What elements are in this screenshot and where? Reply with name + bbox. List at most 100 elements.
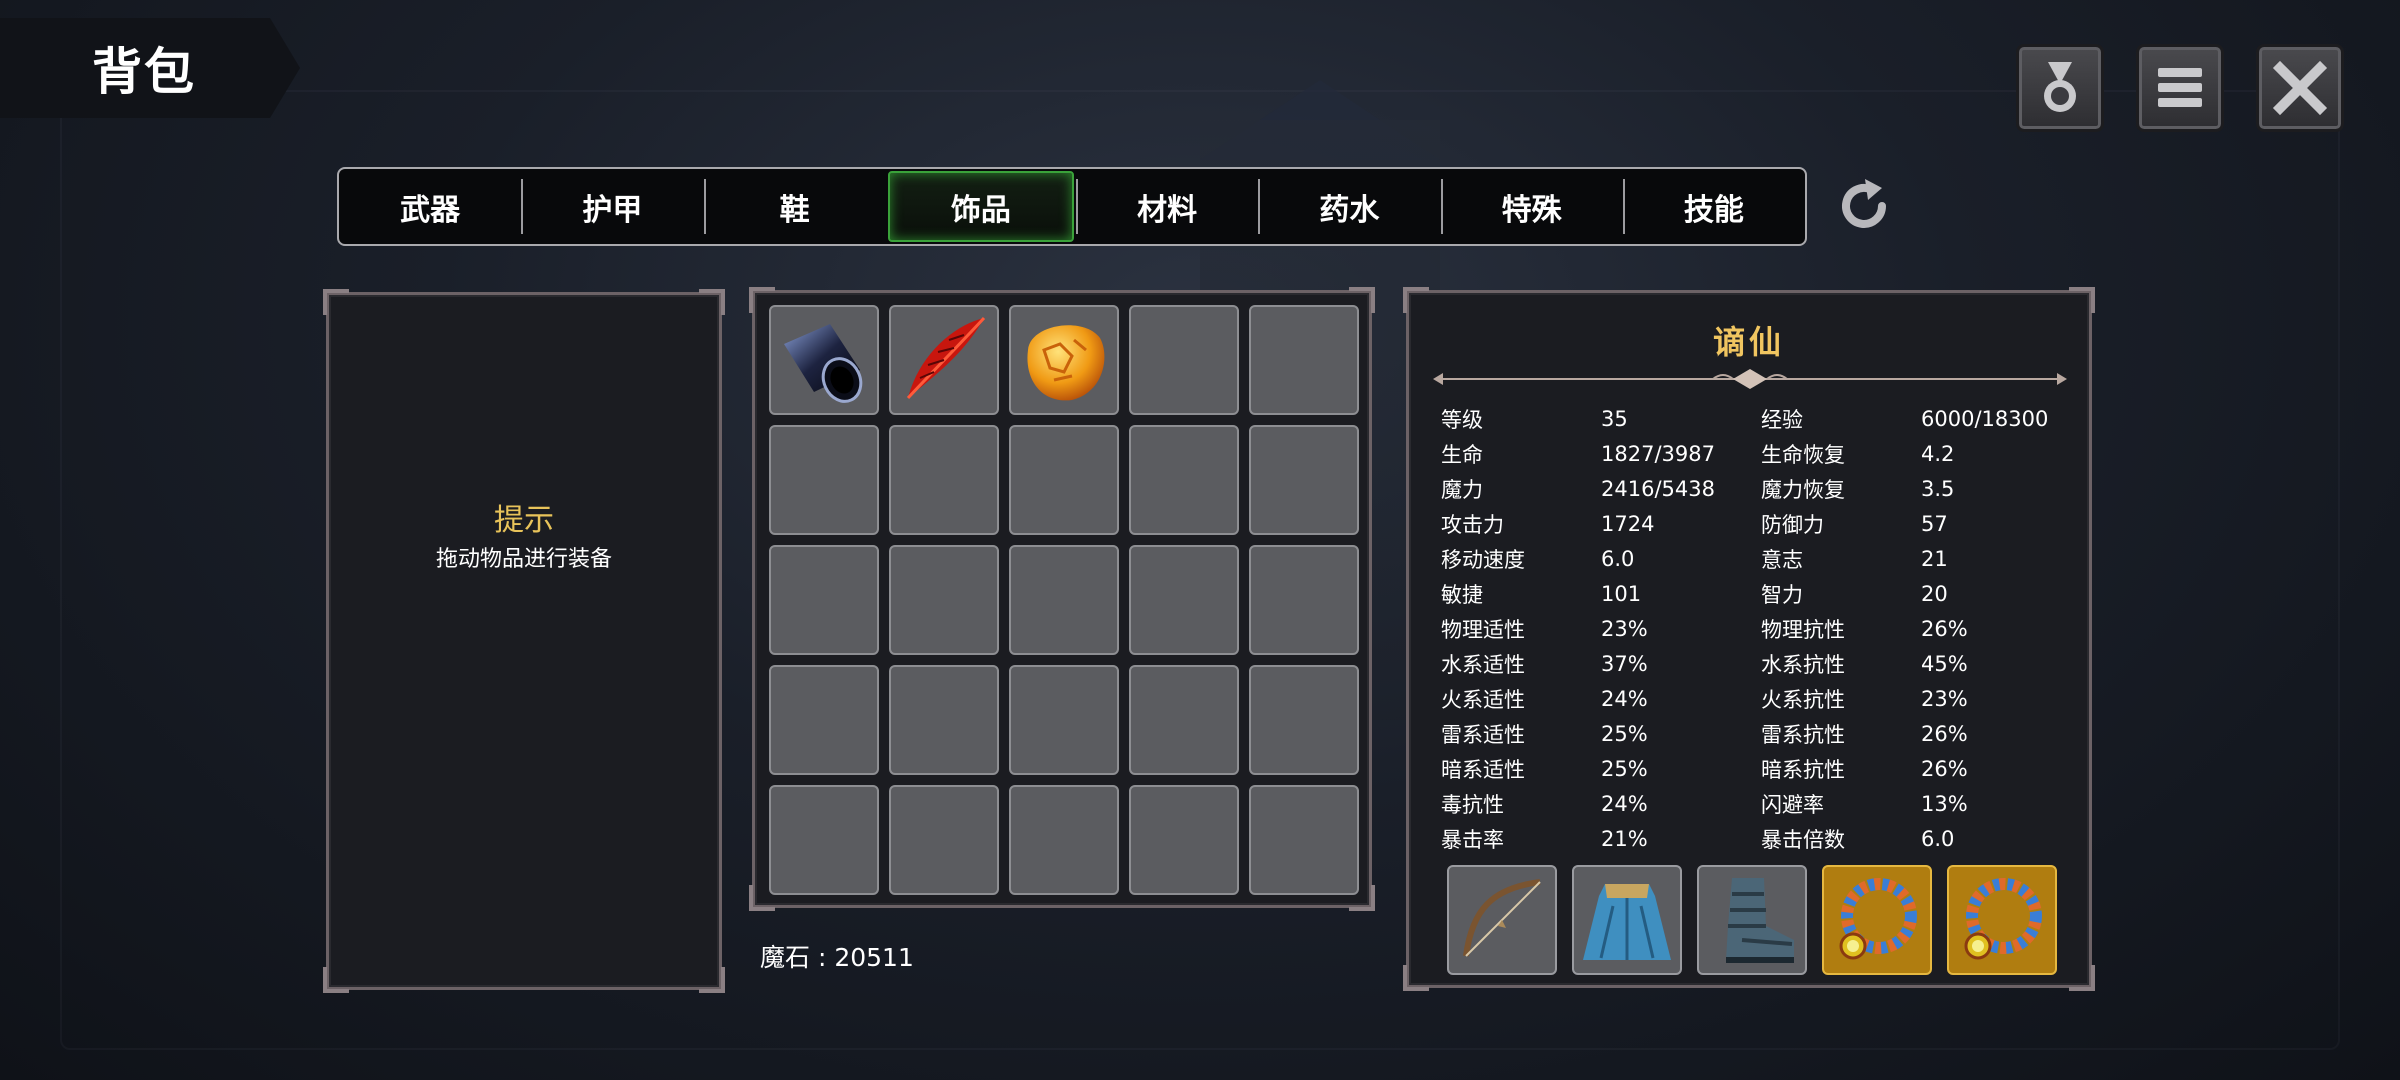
tab-special[interactable]: 特殊 [1440, 169, 1623, 244]
medal-button[interactable] [2016, 44, 2104, 132]
medal-icon [2044, 62, 2076, 112]
stat-value: 26% [1921, 616, 1968, 641]
inventory-grid [769, 305, 1359, 895]
inventory-slot[interactable] [1009, 545, 1119, 655]
tab-skills[interactable]: 技能 [1622, 169, 1805, 244]
inventory-slot[interactable] [1129, 665, 1239, 775]
amber-stone-icon [1027, 325, 1105, 401]
stat-value: 6.0 [1601, 546, 1635, 571]
tab-label: 材料 [1137, 192, 1198, 228]
inventory-slot[interactable] [889, 545, 999, 655]
necklace-icon [1839, 878, 1917, 960]
stat-row: 生命 1827/3987 生命恢复 4.2 [1441, 436, 2061, 471]
equip-slot-necklace-2[interactable] [1947, 865, 2057, 975]
stat-value: 1724 [1601, 511, 1655, 536]
stat-value: 2416/5438 [1601, 476, 1715, 501]
tab-materials[interactable]: 材料 [1076, 169, 1258, 244]
inventory-slot[interactable] [1249, 665, 1359, 775]
inventory-slot[interactable] [1249, 785, 1359, 895]
stat-row: 物理适性 23% 物理抗性 26% [1441, 611, 2061, 646]
tab-label: 技能 [1683, 192, 1744, 228]
tab-shoes[interactable]: 鞋 [703, 169, 886, 244]
tab-label: 饰品 [950, 192, 1011, 228]
character-stats-panel: 谪仙 等级 35 经验 6000/18300 生命 1827/3987 生命恢复 4.2 魔… [1403, 287, 2095, 991]
inventory-slot[interactable] [1249, 305, 1359, 415]
stat-value: 24% [1601, 791, 1648, 816]
stat-label: 魔力 [1441, 477, 1483, 502]
stat-label: 移动速度 [1441, 547, 1525, 572]
stat-value: 13% [1921, 791, 1968, 816]
inventory-slot[interactable] [1129, 425, 1239, 535]
stat-label: 暴击倍数 [1761, 827, 1845, 852]
equip-slot-weapon[interactable] [1447, 865, 1557, 975]
tab-armor[interactable]: 护甲 [521, 169, 703, 244]
stat-label: 魔力恢复 [1761, 477, 1845, 502]
magic-stone-label: 魔石 [760, 943, 811, 972]
stat-row: 敏捷 101 智力 20 [1441, 576, 2061, 611]
inventory-slot[interactable] [1009, 665, 1119, 775]
cloak-armor-icon [1583, 884, 1671, 960]
inventory-slot[interactable] [1129, 545, 1239, 655]
boot-icon [1726, 878, 1794, 963]
character-name: 谪仙 [1712, 323, 1785, 361]
stat-label: 暴击率 [1441, 827, 1504, 852]
tab-label: 鞋 [779, 192, 810, 228]
necklace-icon [1964, 878, 2042, 960]
equip-slot-necklace-1[interactable] [1822, 865, 1932, 975]
stat-label: 雷系抗性 [1761, 722, 1845, 747]
stat-value: 25% [1601, 721, 1648, 746]
stat-label: 生命恢复 [1761, 442, 1845, 467]
inventory-slot[interactable] [1009, 785, 1119, 895]
stat-value: 35 [1601, 406, 1628, 431]
refresh-icon[interactable] [1832, 174, 1896, 238]
stat-value: 37% [1601, 651, 1648, 676]
stat-row: 攻击力 1724 防御力 57 [1441, 506, 2061, 541]
stat-label: 攻击力 [1441, 512, 1504, 537]
inventory-slot[interactable] [1129, 785, 1239, 895]
stat-value: 20 [1921, 581, 1948, 606]
stat-value: 4.2 [1921, 441, 1955, 466]
inventory-slot[interactable] [769, 425, 879, 535]
inventory-slot[interactable] [889, 305, 999, 415]
inventory-slot[interactable] [769, 545, 879, 655]
stat-value: 21 [1921, 546, 1948, 571]
stat-row: 火系适性 24% 火系抗性 23% [1441, 681, 2061, 716]
hint-panel: 提示 拖动物品进行装备 [323, 289, 725, 993]
tab-label: 护甲 [582, 192, 643, 228]
equip-slot-armor[interactable] [1572, 865, 1682, 975]
bow-icon [1463, 879, 1541, 957]
stat-label: 暗系抗性 [1761, 757, 1845, 782]
inventory-slot[interactable] [769, 785, 879, 895]
stat-value: 24% [1601, 686, 1648, 711]
inventory-slot[interactable] [1249, 545, 1359, 655]
stat-value: 21% [1601, 826, 1648, 851]
menu-icon [2158, 68, 2202, 107]
stat-row: 雷系适性 25% 雷系抗性 26% [1441, 716, 2061, 751]
inventory-slot[interactable] [889, 425, 999, 535]
stat-label: 火系抗性 [1761, 687, 1845, 712]
tab-label: 药水 [1319, 192, 1380, 228]
stat-label: 物理抗性 [1761, 617, 1845, 642]
inventory-slot[interactable] [889, 665, 999, 775]
tab-accessory[interactable]: 饰品 [887, 171, 1074, 242]
stat-label: 毒抗性 [1441, 792, 1504, 817]
inventory-slot[interactable] [1009, 305, 1119, 415]
tab-weapon[interactable]: 武器 [339, 169, 521, 244]
inventory-slot[interactable] [1009, 425, 1119, 535]
inventory-slot[interactable] [1129, 305, 1239, 415]
inventory-slot[interactable] [1249, 425, 1359, 535]
stat-label: 水系抗性 [1761, 652, 1845, 677]
menu-button[interactable] [2136, 44, 2224, 132]
stat-row: 等级 35 经验 6000/18300 [1441, 401, 2061, 436]
inventory-slot[interactable] [889, 785, 999, 895]
inventory-slot[interactable] [769, 665, 879, 775]
stat-label: 暗系适性 [1441, 757, 1525, 782]
stat-value: 45% [1921, 651, 1968, 676]
tab-label: 武器 [400, 192, 461, 228]
inventory-slot[interactable] [769, 305, 879, 415]
magic-stone-value: 20511 [834, 943, 914, 972]
close-button[interactable] [2256, 44, 2344, 132]
equip-slot-boots[interactable] [1697, 865, 1807, 975]
tab-potions[interactable]: 药水 [1258, 169, 1440, 244]
stat-label: 生命 [1441, 442, 1483, 467]
